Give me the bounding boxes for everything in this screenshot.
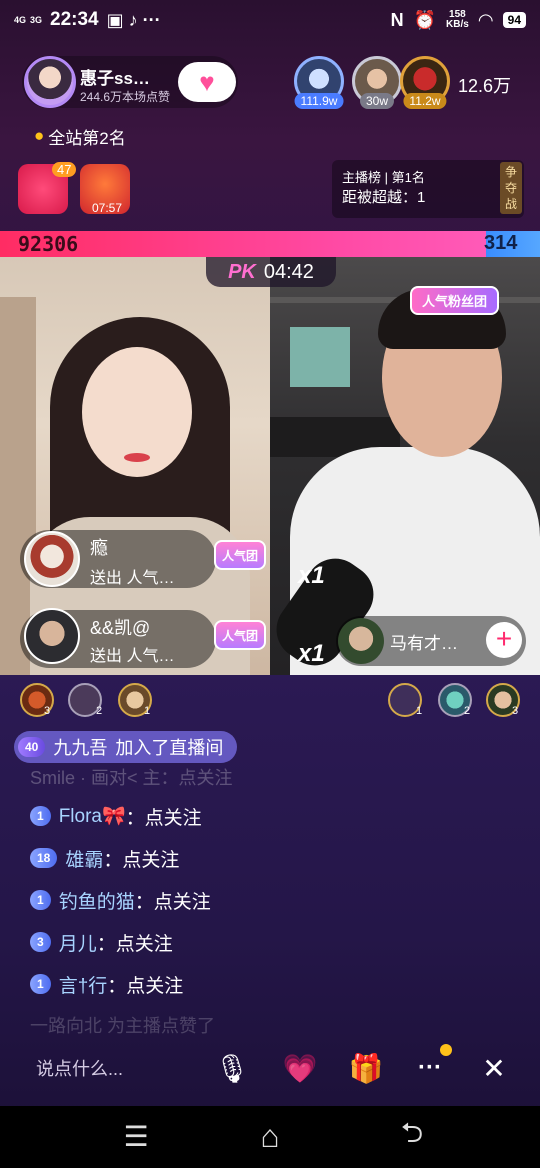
combo-count: x1 <box>298 562 325 589</box>
level-badge: 1 <box>30 974 51 994</box>
join-user-name[interactable]: 九九吾 <box>53 734 107 760</box>
heart-icon: ♥ <box>199 67 215 97</box>
chat-text: ：点关注 <box>125 807 202 829</box>
mic-icon[interactable]: 🎙 <box>210 1046 254 1090</box>
top-viewer-3[interactable]: 11.2w <box>400 56 450 109</box>
gifter-action: 送出 人气… <box>90 570 175 587</box>
pk-score-right: 314 <box>484 232 518 254</box>
popularity-gift-icon: 人气团 <box>214 620 266 650</box>
top-viewer-1[interactable]: 111.9w <box>294 56 344 109</box>
close-icon[interactable]: ✕ <box>472 1046 516 1090</box>
pk-score-left: 92306 <box>18 232 79 256</box>
level-badge: 40 <box>18 737 46 757</box>
level-badge: 18 <box>30 848 58 868</box>
shelf-box <box>290 327 350 387</box>
back-icon[interactable]: ⮌ <box>390 1116 434 1156</box>
chat-message[interactable]: 3 月儿 ：点关注 <box>30 926 173 958</box>
network-speed: 158 KB/s <box>446 9 469 30</box>
streamer-lips <box>124 453 150 462</box>
chat-text: ：点关注 <box>107 975 184 997</box>
chat-text: ：点关注 <box>134 891 211 913</box>
gap-label: 距被超越： <box>342 189 418 206</box>
lucky-bag-timer: 07:57 <box>92 201 123 215</box>
gifter-action: 送出 人气… <box>90 648 175 665</box>
notification-dot <box>440 1044 452 1056</box>
online-count[interactable]: 12.6万 <box>458 72 511 98</box>
chat-text: ：点关注 <box>103 849 180 871</box>
wifi-icon: ◠ <box>478 9 493 30</box>
pk-logo: PK <box>228 260 256 283</box>
join-text: 加入了直播间 <box>115 738 224 758</box>
chat-faded-line: Smile · 画对< 主：点关注 <box>30 768 233 788</box>
fight-tag[interactable]: 争夺战 <box>500 162 522 214</box>
comment-input[interactable]: 说点什么... <box>22 1046 202 1090</box>
opponent-anchor-name: 马有才… <box>390 634 458 653</box>
rank-number: 1 <box>416 705 423 717</box>
menu-icon[interactable]: ☰ <box>114 1116 158 1156</box>
nfc-icon: N <box>390 9 404 30</box>
opponent-anchor-avatar[interactable] <box>338 618 384 664</box>
home-icon[interactable]: ⌂ <box>248 1116 292 1156</box>
chat-message[interactable]: 1 言†行 ：点关注 <box>30 968 183 1000</box>
gifter-name: &&凯@ <box>90 618 151 638</box>
pk-timer: PK 04:42 <box>206 257 336 287</box>
viewer-badge: 30w <box>359 93 395 109</box>
status-bar: 4G 3G 22:34 ▣ ♪ ··· N ⏰ 158 KB/s ◠ 94 <box>0 0 540 40</box>
combo-count: x1 <box>298 640 325 667</box>
battery-icon: 94 <box>502 12 526 28</box>
anchor-rank-panel[interactable]: 主播榜 | 第1名 距被超越：1 <box>332 160 524 218</box>
popularity-gift-icon: 人气团 <box>214 540 266 570</box>
like-icon[interactable]: 💗 <box>278 1046 322 1090</box>
rank-number: 3 <box>44 705 51 717</box>
viewer-badge: 111.9w <box>294 93 344 109</box>
viewer-badge: 11.2w <box>403 93 447 109</box>
chat-message[interactable]: 1 Flora🎀 ：点关注 <box>30 800 202 832</box>
host-avatar[interactable] <box>24 56 76 108</box>
chat-user-name[interactable]: 钓鱼的猫 <box>59 887 135 914</box>
alarm-icon: ⏰ <box>413 9 436 30</box>
chat-user-name[interactable]: Flora🎀 <box>59 804 126 828</box>
follow-button[interactable]: ♥ <box>178 62 236 102</box>
rank-number: 2 <box>464 705 471 717</box>
chat-message[interactable]: 18 雄霸 ：点关注 <box>30 842 179 874</box>
gap-value: 1 <box>417 189 426 206</box>
top-viewer-2[interactable]: 30w <box>352 56 402 109</box>
chat-user-name[interactable]: 言†行 <box>59 971 108 998</box>
site-rank-label: 全站第2名 <box>48 128 126 148</box>
join-notice: 40 九九吾 加入了直播间 <box>14 731 238 763</box>
level-badge: 3 <box>30 932 51 952</box>
gifter-avatar[interactable] <box>24 608 80 664</box>
host-likes: 244.6万本场点赞 <box>80 90 171 104</box>
anchor-rank-position: 第1名 <box>391 170 425 185</box>
flame-icon: ● <box>34 126 45 145</box>
site-rank[interactable]: ● 全站第2名 <box>24 122 136 150</box>
rank-number: 3 <box>512 705 519 717</box>
host-name[interactable]: 惠子ss… <box>80 64 150 89</box>
notification-icons: ▣ ♪ ··· <box>106 9 161 30</box>
gift-icon[interactable]: 🎁 <box>344 1046 388 1090</box>
level-badge: 1 <box>30 890 51 910</box>
follow-opponent-button[interactable]: + <box>486 622 522 658</box>
gifter-name: 瘾 <box>90 538 108 558</box>
chat-user-name[interactable]: 月儿 <box>59 929 97 956</box>
gifter-avatar[interactable] <box>24 531 80 587</box>
red-packet-badge: 47 <box>52 162 77 177</box>
level-badge: 1 <box>30 806 51 826</box>
clock: 22:34 <box>50 9 99 30</box>
chat-faded-line: 一路向北 为主播点赞了 <box>30 1016 215 1036</box>
pk-countdown: 04:42 <box>263 260 314 283</box>
fan-club-tag[interactable]: 人气粉丝团 <box>410 286 500 315</box>
video-right[interactable] <box>270 257 540 675</box>
rank-number: 1 <box>144 705 151 717</box>
chat-message[interactable]: 1 钓鱼的猫 ：点关注 <box>30 884 211 916</box>
rank-number: 2 <box>96 705 103 717</box>
signal-4g-icon: 4G <box>14 14 27 25</box>
anchor-rank-label: 主播榜 <box>342 170 382 185</box>
chat-text: ：点关注 <box>96 933 173 955</box>
signal-3g-icon: 3G <box>30 14 43 25</box>
chat-user-name[interactable]: 雄霸 <box>65 845 103 872</box>
